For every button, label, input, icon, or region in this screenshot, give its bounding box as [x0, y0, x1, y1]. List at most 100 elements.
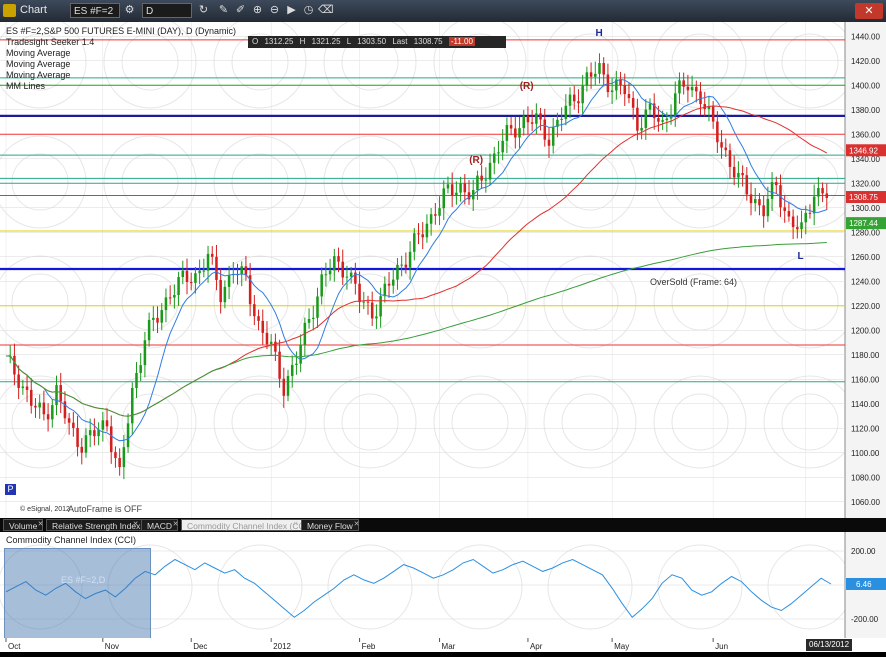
candle-body — [210, 253, 214, 257]
quote-low-label: L — [346, 37, 351, 46]
candle-body — [139, 365, 142, 373]
close-icon[interactable]: ✕ — [352, 520, 361, 529]
candle-body — [80, 446, 84, 453]
gear-icon[interactable]: ⚙ — [122, 3, 137, 18]
candle-body — [577, 101, 580, 104]
candle-body — [560, 118, 563, 120]
interval-field[interactable]: D — [142, 3, 192, 18]
pencil-icon[interactable]: ✎ — [216, 3, 231, 18]
close-icon[interactable]: ✕ — [36, 520, 45, 529]
candle-body — [766, 198, 770, 217]
candle-body — [518, 128, 521, 138]
app-icon — [3, 4, 16, 17]
candle-body — [589, 72, 593, 77]
candle-body — [408, 251, 412, 268]
copyright-label: © eSignal, 2012 — [20, 506, 70, 513]
draw-icon[interactable]: ✐ — [233, 3, 248, 18]
y-tick-label: 1380.00 — [851, 106, 880, 115]
candle-body — [227, 275, 231, 287]
candle-body — [484, 179, 488, 181]
candle-body — [240, 266, 243, 275]
candle-body — [126, 423, 130, 448]
candle-body — [459, 183, 462, 193]
legend-line: Tradesight Seeker 1.4 — [6, 37, 95, 47]
symbol-field[interactable]: ES #F=2 — [70, 3, 120, 18]
candle-body — [59, 385, 62, 402]
candle-body — [585, 72, 589, 86]
candle-body — [564, 105, 568, 119]
candle-body — [269, 341, 273, 345]
candle-body — [261, 320, 265, 333]
candle-body — [619, 79, 622, 86]
candle-body — [290, 364, 294, 376]
close-icon[interactable]: ✕ — [171, 520, 180, 529]
candle-body — [282, 378, 286, 396]
play-icon[interactable]: ▶ — [284, 3, 299, 18]
candle-body — [711, 106, 715, 122]
y-tick-label: 1280.00 — [851, 228, 880, 237]
candle-body — [476, 175, 479, 191]
candle-body — [488, 162, 492, 180]
candle-body — [42, 402, 46, 415]
candle-body — [404, 264, 408, 268]
candle-body — [177, 277, 180, 296]
candle-body — [194, 273, 197, 283]
data-overlay-panel[interactable]: ES #F=2,D — [4, 548, 151, 640]
candle-body — [791, 216, 795, 228]
candle-body — [25, 386, 29, 390]
y-tick-label: 1260.00 — [851, 253, 880, 262]
candle-body — [581, 85, 584, 104]
candle-body — [636, 107, 639, 131]
y-tick-label: 1300.00 — [851, 204, 880, 213]
y-tick-label: 1200.00 — [851, 326, 880, 335]
candle-body — [345, 276, 349, 278]
indicator-tabs: Volume ✕ Relative Strength Index ✕ MACD … — [0, 518, 886, 532]
candle-body — [101, 420, 105, 430]
candle-body — [375, 316, 378, 319]
price-chart-svg: H L (R) (R) 1440.00 1420.00 1400.00 1380.00 136… — [0, 22, 886, 518]
candle-body — [34, 405, 37, 408]
chart-marker: L — [798, 251, 804, 262]
candle-body — [648, 103, 652, 110]
candle-body — [783, 207, 786, 212]
candle-body — [160, 310, 164, 323]
candle-body — [480, 175, 483, 181]
time-tick-label: Apr — [530, 642, 543, 651]
zoom-out-icon[interactable]: ⊖ — [267, 3, 282, 18]
y-tick-label: 1160.00 — [851, 375, 880, 384]
candle-body — [152, 317, 155, 320]
candle-body — [299, 344, 302, 364]
candle-body — [775, 182, 778, 186]
candle-body — [539, 113, 542, 120]
candle-body — [312, 317, 315, 320]
current-date-badge: 06/13/2012 — [806, 639, 853, 651]
candle-body — [333, 256, 336, 271]
candle-body — [76, 427, 79, 447]
candle-body — [682, 80, 685, 87]
candle-body — [185, 270, 189, 283]
price-chart[interactable]: H L (R) (R) 1440.00 1420.00 1400.00 1380.00 136… — [0, 22, 886, 518]
candle-body — [463, 183, 467, 193]
chart-marker: (R) — [520, 81, 534, 92]
candle-body — [131, 388, 134, 424]
time-tick-label: Oct — [8, 642, 21, 651]
close-icon[interactable]: ✕ — [131, 520, 140, 529]
close-icon[interactable]: ✕ — [291, 520, 300, 529]
cci-panel[interactable]: 200.00 -200.00 6.46 Commodity Channel Inde… — [0, 532, 886, 640]
candle-body — [425, 223, 429, 238]
zoom-icon[interactable]: ⊕ — [250, 3, 265, 18]
candle-body — [821, 188, 824, 194]
candle-body — [551, 126, 555, 146]
candle-body — [400, 264, 403, 266]
tab-money-flow[interactable]: Money Flow — [301, 519, 359, 531]
candle-body — [328, 270, 332, 275]
p-badge[interactable]: P — [5, 484, 16, 495]
refresh-icon[interactable]: ↻ — [196, 3, 211, 18]
chart-marker: H — [595, 28, 602, 39]
candle-body — [29, 389, 33, 406]
close-button[interactable]: ✕ — [855, 3, 883, 19]
y-tick-label: 1060.00 — [851, 498, 880, 507]
clock-icon[interactable]: ◷ — [301, 3, 316, 18]
candle-body — [387, 283, 391, 286]
eraser-icon[interactable]: ⌫ — [318, 3, 334, 18]
